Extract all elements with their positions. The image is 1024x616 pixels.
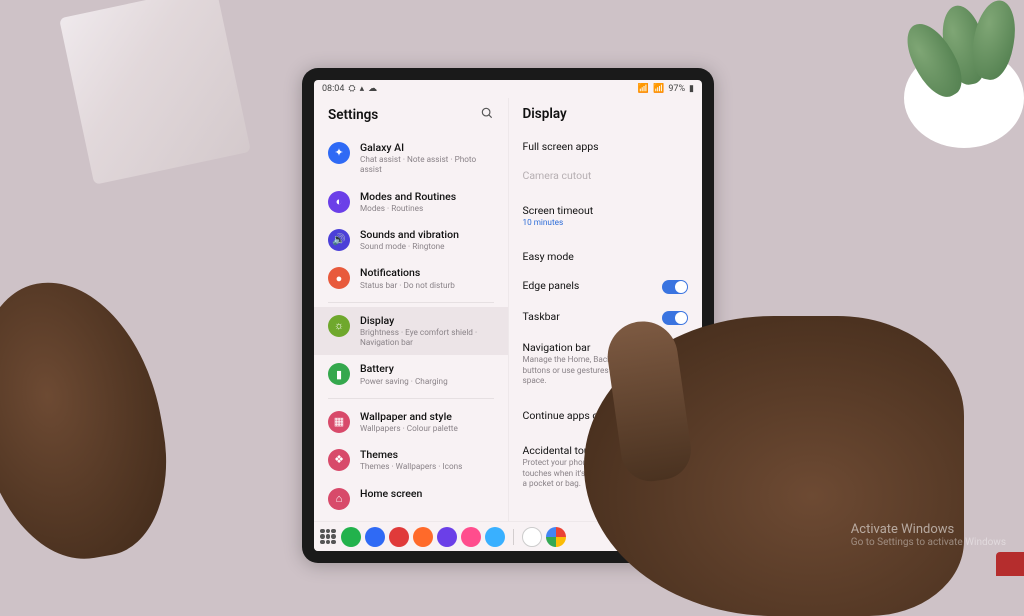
nav-recents-button[interactable]: ||| bbox=[626, 530, 646, 544]
nav-back-button[interactable]: 〈 bbox=[676, 528, 696, 545]
tablet-screen: 08:04 ⛭ ▴ ☁ 📶 📶 97% ▮ Settings bbox=[314, 80, 702, 551]
display-title: Display bbox=[523, 106, 567, 122]
settings-item-title: Home screen bbox=[360, 487, 422, 500]
themes-icon: ❖ bbox=[328, 449, 350, 471]
settings-item-display[interactable]: ☼ DisplayBrightness · Eye comfort shield … bbox=[314, 307, 508, 356]
signal-icon: 📶 bbox=[638, 85, 649, 94]
desk-plant bbox=[854, 0, 1024, 150]
status-indicator-icon: ⛭ bbox=[348, 85, 355, 94]
display-item-title: Continue apps on cover screen bbox=[523, 409, 667, 422]
toggle-switch[interactable] bbox=[662, 311, 688, 325]
display-item-screen-timeout[interactable]: Screen timeout10 minutes bbox=[509, 196, 703, 236]
settings-item-notifications[interactable]: ● Notifications Status bar · Do not distur… bbox=[314, 259, 508, 297]
display-item-continue-apps-on-cover-screen[interactable]: Continue apps on cover screen bbox=[509, 401, 703, 430]
toggle-switch[interactable] bbox=[662, 280, 688, 294]
settings-item-subtitle: Modes · Routines bbox=[360, 204, 456, 214]
wallpaper-and-style-icon: ▦ bbox=[328, 411, 350, 433]
taskbar: ||| ◯ 〈 bbox=[314, 521, 702, 551]
status-indicator-icon: ☁ bbox=[368, 85, 377, 94]
status-bar: 08:04 ⛭ ▴ ☁ 📶 📶 97% ▮ bbox=[314, 80, 702, 98]
settings-item-subtitle: Brightness · Eye comfort shield · Naviga… bbox=[360, 328, 494, 349]
settings-item-galaxy-ai[interactable]: ✦ Galaxy AIChat assist · Note assist · Ph… bbox=[314, 134, 508, 183]
display-item-title: Screen timeout bbox=[523, 204, 594, 217]
galaxy-ai-icon: ✦ bbox=[328, 142, 350, 164]
settings-item-title: Themes bbox=[360, 448, 462, 461]
settings-item-title: Sounds and vibration bbox=[360, 228, 459, 241]
settings-divider bbox=[328, 398, 494, 399]
search-icon[interactable] bbox=[480, 106, 494, 124]
settings-pane: Settings ✦ Galaxy AIChat assist · Note as… bbox=[314, 98, 509, 521]
taskbar-app-icon[interactable] bbox=[389, 527, 409, 547]
notifications-icon: ● bbox=[328, 267, 350, 289]
taskbar-app-icon[interactable] bbox=[437, 527, 457, 547]
display-item-title: Camera cutout bbox=[523, 169, 592, 182]
settings-item-subtitle: Wallpapers · Colour palette bbox=[360, 424, 458, 434]
settings-item-title: Display bbox=[360, 314, 494, 327]
display-item-title: Easy mode bbox=[523, 250, 574, 263]
display-item-title: Navigation bar bbox=[523, 341, 678, 354]
display-pane: Display Full screen apps Camera cutout Scr… bbox=[509, 98, 703, 521]
settings-item-subtitle: Power saving · Charging bbox=[360, 377, 448, 387]
settings-item-sounds-and-vibration[interactable]: 🔊 Sounds and vibrationSound mode · Ringto… bbox=[314, 221, 508, 259]
display-item-edge-panels[interactable]: Edge panels bbox=[509, 271, 703, 302]
settings-item-subtitle: Chat assist · Note assist · Photo assist bbox=[360, 155, 494, 176]
sounds-and-vibration-icon: 🔊 bbox=[328, 229, 350, 251]
settings-item-subtitle: Status bar · Do not disturb bbox=[360, 281, 455, 291]
corner-badge bbox=[996, 552, 1024, 576]
display-item-taskbar[interactable]: Taskbar bbox=[509, 302, 703, 333]
nav-home-button[interactable]: ◯ bbox=[651, 530, 671, 544]
display-item-accidental-touch-protection[interactable]: Accidental touch protectionProtect your … bbox=[509, 436, 703, 498]
settings-item-home-screen[interactable]: ⌂ Home screen bbox=[314, 480, 508, 517]
display-item-full-screen-apps[interactable]: Full screen apps bbox=[509, 132, 703, 161]
home-screen-icon: ⌂ bbox=[328, 488, 350, 510]
display-item-subtitle: Manage the Home, Back, and Recents butto… bbox=[523, 355, 678, 387]
settings-item-title: Notifications bbox=[360, 266, 455, 279]
watermark-line1: Activate Windows bbox=[851, 522, 1006, 537]
taskbar-app-icon[interactable] bbox=[546, 527, 566, 547]
status-time: 08:04 bbox=[322, 84, 344, 94]
display-item-title: Accidental touch protection bbox=[523, 444, 678, 457]
hand-left bbox=[0, 266, 183, 573]
taskbar-app-icon[interactable] bbox=[485, 527, 505, 547]
battery-icon: ▮ bbox=[328, 363, 350, 385]
settings-divider bbox=[328, 302, 494, 303]
settings-item-title: Modes and Routines bbox=[360, 190, 456, 203]
settings-item-title: Wallpaper and style bbox=[360, 410, 458, 423]
display-item-subtitle: Protect your phone from accidental touch… bbox=[523, 458, 678, 490]
desk-prism-object bbox=[59, 0, 251, 185]
taskbar-app-icon[interactable] bbox=[341, 527, 361, 547]
taskbar-divider bbox=[513, 529, 514, 545]
display-item-title: Edge panels bbox=[523, 279, 580, 292]
settings-item-subtitle: Sound mode · Ringtone bbox=[360, 242, 459, 252]
display-item-value: 10 minutes bbox=[523, 218, 594, 228]
windows-watermark: Activate Windows Go to Settings to activ… bbox=[851, 522, 1006, 548]
settings-item-subtitle: Themes · Wallpapers · Icons bbox=[360, 462, 462, 472]
display-item-camera-cutout: Camera cutout bbox=[509, 161, 703, 190]
signal-icon: 📶 bbox=[653, 85, 664, 94]
settings-title: Settings bbox=[328, 107, 378, 123]
taskbar-app-icon[interactable] bbox=[522, 527, 542, 547]
display-item-easy-mode[interactable]: Easy mode bbox=[509, 242, 703, 271]
display-item-title: Taskbar bbox=[523, 310, 560, 323]
taskbar-app-icon[interactable] bbox=[461, 527, 481, 547]
battery-icon: ▮ bbox=[689, 85, 694, 94]
app-drawer-icon[interactable] bbox=[320, 529, 336, 545]
modes-and-routines-icon: ◐ bbox=[328, 191, 350, 213]
settings-item-wallpaper-and-style[interactable]: ▦ Wallpaper and styleWallpapers · Colour … bbox=[314, 403, 508, 441]
display-item-title: Full screen apps bbox=[523, 140, 599, 153]
settings-item-modes-and-routines[interactable]: ◐ Modes and RoutinesModes · Routines bbox=[314, 183, 508, 221]
display-item-navigation-bar[interactable]: Navigation barManage the Home, Back, and… bbox=[509, 333, 703, 395]
settings-item-battery[interactable]: ▮ Battery Power saving · Charging bbox=[314, 355, 508, 393]
settings-item-title: Galaxy AI bbox=[360, 141, 494, 154]
status-indicator-icon: ▴ bbox=[360, 85, 365, 94]
battery-text: 97% bbox=[668, 84, 685, 94]
display-icon: ☼ bbox=[328, 315, 350, 337]
taskbar-app-icon[interactable] bbox=[365, 527, 385, 547]
watermark-line2: Go to Settings to activate Windows bbox=[851, 537, 1006, 548]
taskbar-app-icon[interactable] bbox=[413, 527, 433, 547]
settings-item-title: Battery bbox=[360, 362, 448, 375]
tablet-frame: 08:04 ⛭ ▴ ☁ 📶 📶 97% ▮ Settings bbox=[302, 68, 714, 563]
settings-item-themes[interactable]: ❖ ThemesThemes · Wallpapers · Icons bbox=[314, 441, 508, 479]
